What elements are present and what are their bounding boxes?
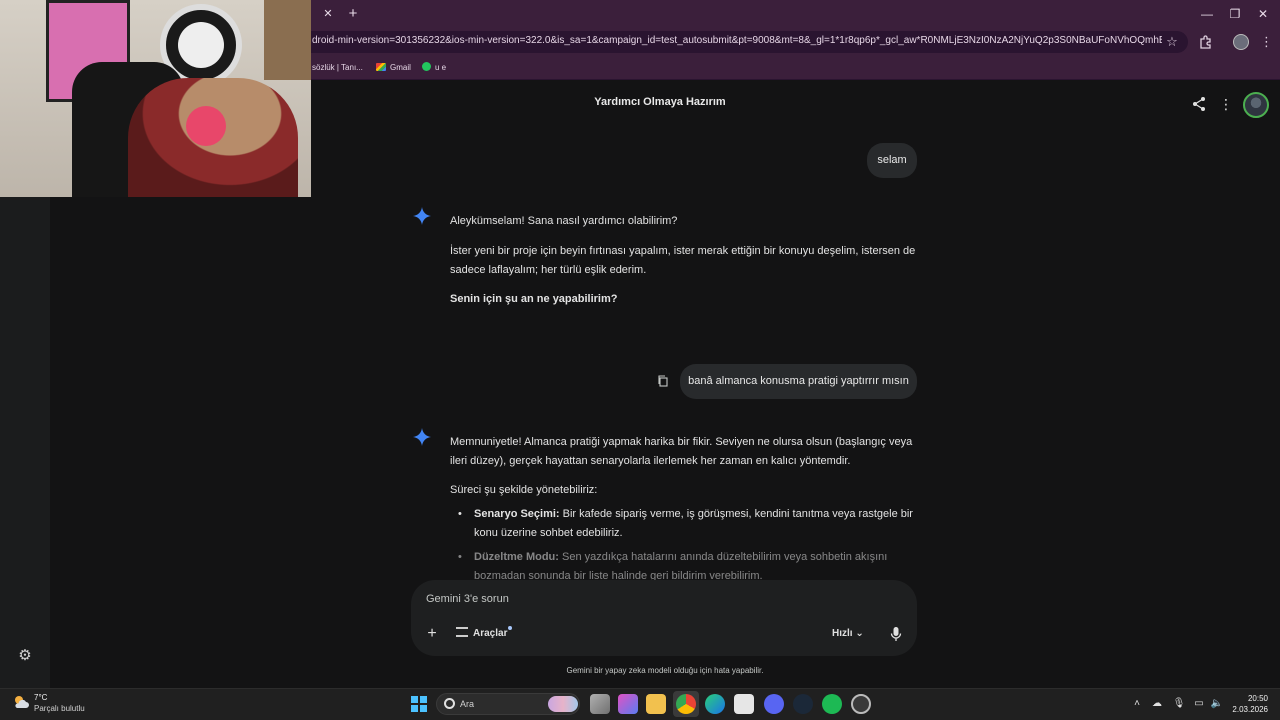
assistant-reply-text: İster yeni bir proje için beyin fırtınas… (450, 245, 916, 276)
bullet-dot: • (458, 551, 462, 563)
microphone-icon[interactable] (890, 626, 902, 642)
gemini-sparkle-icon (413, 428, 431, 446)
disclaimer-text: Gemini bir yapay zeka modeli olduğu için… (566, 666, 764, 675)
site-favicon-icon (422, 62, 431, 71)
extensions-icon[interactable] (1198, 34, 1214, 50)
restore-icon[interactable]: ❐ (1226, 5, 1244, 23)
url-text[interactable]: droid-min-version=301356232&ios-min-vers… (312, 35, 1162, 49)
windows-start-icon[interactable] (411, 696, 427, 712)
gmail-icon (376, 63, 386, 71)
assistant-reply-text: Aleykümselam! Sana nasıl yardımcı olabil… (450, 215, 678, 227)
browser-profile-avatar[interactable] (1233, 34, 1249, 50)
weather-temperature[interactable]: 7°C (34, 693, 74, 703)
assistant-reply-text: Süreci şu şekilde yönetebiliriz: (450, 484, 598, 496)
shelf (264, 0, 311, 80)
share-icon[interactable] (1190, 95, 1208, 113)
new-tab-button[interactable]: + (344, 5, 362, 23)
chat-title: Yardımcı Olmaya Hazırım (594, 96, 726, 108)
store-icon[interactable] (734, 694, 754, 714)
discord-icon[interactable] (764, 694, 784, 714)
bookmark-gmail[interactable]: Gmail (376, 61, 411, 75)
weather-icon[interactable] (12, 693, 30, 711)
add-attachment-button[interactable]: + (424, 625, 440, 643)
browser-menu-icon[interactable]: ⋮ (1260, 34, 1273, 50)
bookmark-ue[interactable]: u e (422, 61, 446, 75)
tray-app-icon[interactable]: ☁ (1150, 697, 1164, 711)
copy-icon[interactable] (657, 375, 669, 387)
tools-button[interactable]: Araçlar (456, 626, 516, 642)
assistant-reply-text: Memnuniyetle! Almanca pratiği yapmak har… (450, 436, 913, 467)
mode-selector[interactable]: Hızlı ⌄ (832, 626, 872, 642)
user-message: banâ almanca konusma pratigi yaptırrır m… (680, 364, 917, 399)
taskbar-search-label[interactable]: Ara (460, 698, 500, 710)
user-message: selam (867, 143, 917, 178)
clock-date[interactable]: 2.03.2026 (1220, 705, 1268, 715)
tab-close-icon[interactable]: ✕ (320, 6, 336, 22)
bookmark-sozluk[interactable]: sözlük | Tanı... (312, 61, 363, 75)
tray-display-icon[interactable]: ▭ (1192, 697, 1206, 711)
window-close-icon[interactable]: ✕ (1254, 5, 1272, 23)
prompt-input[interactable]: Gemini 3'e sorun (426, 593, 626, 609)
user-avatar[interactable] (1243, 92, 1269, 118)
tray-mic-icon[interactable]: 🎙 (1172, 697, 1186, 711)
edge-icon[interactable] (705, 694, 725, 714)
search-icon (444, 698, 455, 709)
task-view-icon[interactable] (590, 694, 610, 714)
new-indicator-dot (508, 626, 513, 630)
list-item: Düzeltme Modu: Sen yazdıkça hatalarını a… (474, 551, 888, 580)
tray-overflow-icon[interactable]: ˄ (1130, 697, 1144, 711)
assistant-reply-question: Senin için şu an ne yapabilirim? (450, 293, 618, 305)
more-options-icon[interactable]: ⋮ (1218, 95, 1234, 113)
bullet-dot: • (458, 508, 462, 520)
list-item: Senaryo Seçimi: Bir kafede sipariş verme… (474, 508, 913, 539)
weather-description[interactable]: Parçalı bulutlu (34, 704, 114, 714)
settings-gear-icon[interactable]: ⚙ (16, 647, 34, 665)
copilot-icon[interactable] (618, 694, 638, 714)
search-highlight-art (548, 696, 578, 712)
webcam-overlay (0, 0, 311, 197)
windows-taskbar (0, 688, 1280, 720)
chrome-icon[interactable] (676, 694, 696, 714)
minimize-icon[interactable]: — (1198, 5, 1216, 23)
file-explorer-icon[interactable] (646, 694, 666, 714)
obs-icon[interactable] (851, 694, 871, 714)
bookmark-star-icon[interactable]: ☆ (1164, 34, 1180, 50)
spotify-icon[interactable] (822, 694, 842, 714)
gemini-sparkle-icon (413, 207, 431, 225)
tools-icon (456, 627, 468, 637)
steam-icon[interactable] (793, 694, 813, 714)
headphones (186, 106, 226, 146)
clock-time[interactable]: 20:50 (1228, 694, 1268, 704)
prompt-input-box[interactable] (411, 580, 917, 656)
